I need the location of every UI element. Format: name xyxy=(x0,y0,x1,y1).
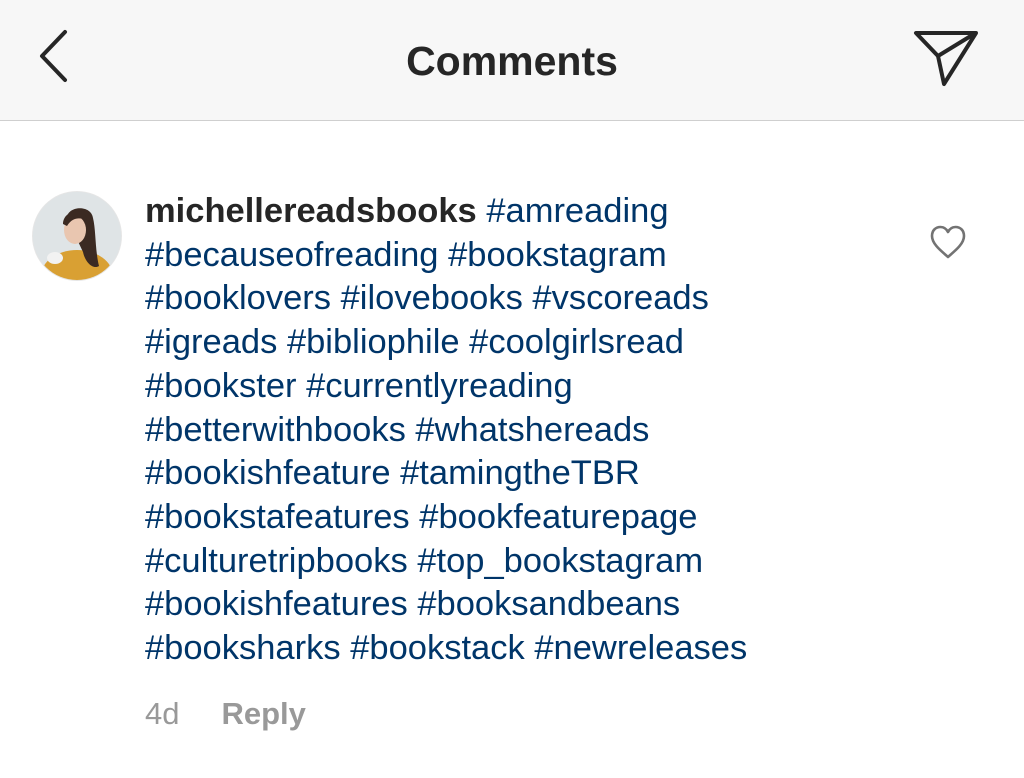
hashtag-link[interactable]: #becauseofreading xyxy=(145,236,439,274)
heart-outline-icon xyxy=(930,225,966,259)
comment-line: #culturetripbooks #top_bookstagram xyxy=(145,540,885,584)
like-button[interactable] xyxy=(928,224,968,260)
header-bar: Comments xyxy=(0,0,1024,121)
hashtag-link[interactable]: #ilovebooks xyxy=(341,279,523,317)
comment-line: #bookishfeatures #booksandbeans xyxy=(145,583,885,627)
comment-text: michellereadsbooks #amreading #becauseof… xyxy=(145,190,885,671)
hashtag-link[interactable]: #igreads xyxy=(145,323,277,361)
comment-line: #bookishfeature #tamingtheTBR xyxy=(145,452,885,496)
comment-line: #bookstafeatures #bookfeaturepage xyxy=(145,496,885,540)
avatar[interactable] xyxy=(33,192,121,280)
hashtag-link[interactable]: #bibliophile xyxy=(287,323,460,361)
hashtag-link[interactable]: #bookfeaturepage xyxy=(419,498,697,536)
comment-line: #becauseofreading #bookstagram xyxy=(145,234,885,278)
username-link[interactable]: michellereadsbooks xyxy=(145,192,477,230)
page-title: Comments xyxy=(406,38,618,84)
comment-line: #booksharks #bookstack #newreleases xyxy=(145,627,885,671)
comment-line: #igreads #bibliophile #coolgirlsread xyxy=(145,321,885,365)
hashtag-link[interactable]: #newreleases xyxy=(534,629,747,667)
reply-button[interactable]: Reply xyxy=(221,696,305,731)
hashtag-link[interactable]: #culturetripbooks xyxy=(145,542,408,580)
comment-line: #bookster #currentlyreading xyxy=(145,365,885,409)
hashtag-link[interactable]: #bookstagram xyxy=(448,236,667,274)
hashtag-link[interactable]: #whatshereads xyxy=(415,411,649,449)
hashtag-link[interactable]: #top_bookstagram xyxy=(417,542,703,580)
hashtag-link[interactable]: #bookishfeature xyxy=(145,454,391,492)
profile-photo xyxy=(33,192,121,280)
comment-line: #betterwithbooks #whatshereads xyxy=(145,409,885,453)
hashtag-link[interactable]: #betterwithbooks xyxy=(145,411,406,449)
hashtag-link[interactable]: #coolgirlsread xyxy=(469,323,684,361)
hashtag-link[interactable]: #currentlyreading xyxy=(306,367,573,405)
comment-line: michellereadsbooks #amreading xyxy=(145,190,885,234)
hashtag-link[interactable]: #vscoreads xyxy=(532,279,708,317)
hashtag-link[interactable]: #booklovers xyxy=(145,279,331,317)
hashtag-link[interactable]: #booksandbeans xyxy=(417,585,680,623)
comment-timestamp: 4d xyxy=(145,696,180,731)
hashtag-link[interactable]: #amreading xyxy=(486,192,668,230)
hashtag-link[interactable]: #bookster xyxy=(145,367,297,405)
paper-plane-icon xyxy=(914,31,978,86)
comment-meta: 4d Reply xyxy=(145,694,306,734)
comment-line: #booklovers #ilovebooks #vscoreads xyxy=(145,277,885,321)
hashtag-link[interactable]: #bookstafeatures xyxy=(145,498,410,536)
hashtag-link[interactable]: #bookstack xyxy=(350,629,525,667)
hashtag-link[interactable]: #booksharks xyxy=(145,629,341,667)
send-button[interactable] xyxy=(908,26,982,92)
hashtag-link[interactable]: #bookishfeatures xyxy=(145,585,408,623)
hashtag-link[interactable]: #tamingtheTBR xyxy=(400,454,640,492)
